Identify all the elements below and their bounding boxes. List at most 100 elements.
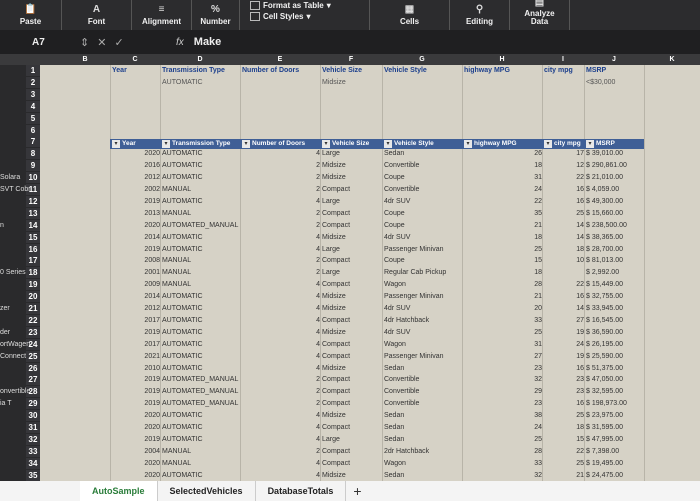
table-cell[interactable]: 2020: [112, 410, 160, 421]
table-cell[interactable]: Convertible: [384, 160, 419, 171]
table-cell[interactable]: $ 4,059.00: [586, 184, 619, 195]
column-header[interactable]: C: [110, 54, 160, 65]
column-header[interactable]: H: [462, 54, 542, 65]
table-cell[interactable]: $ 32,755.00: [586, 291, 623, 302]
table-cell[interactable]: 2: [242, 184, 320, 195]
table-cell[interactable]: Coupe: [384, 208, 405, 219]
font-button[interactable]: A Font: [62, 0, 132, 30]
table-cell[interactable]: MANUAL: [162, 255, 191, 266]
table-cell[interactable]: 14: [544, 303, 584, 314]
column-header[interactable]: G: [382, 54, 462, 65]
filter-dropdown-icon[interactable]: ▾: [322, 140, 330, 148]
table-cell[interactable]: $ 26,195.00: [586, 339, 623, 350]
column-header[interactable]: F: [320, 54, 382, 65]
number-button[interactable]: % Number: [192, 0, 240, 30]
table-cell[interactable]: 2: [242, 374, 320, 385]
row-number[interactable]: 15: [26, 231, 40, 243]
table-cell[interactable]: Large: [322, 244, 340, 255]
table-cell[interactable]: Coupe: [384, 255, 405, 266]
row-number[interactable]: 35: [26, 469, 40, 481]
table-cell[interactable]: 2012: [112, 172, 160, 183]
table-cell[interactable]: 4: [242, 232, 320, 243]
table-cell[interactable]: 2004: [112, 446, 160, 457]
table-cell[interactable]: Passenger Minivan: [384, 291, 444, 302]
table-cell[interactable]: 2013: [112, 208, 160, 219]
table-cell[interactable]: 28: [464, 279, 542, 290]
table-cell[interactable]: $ 23,975.00: [586, 410, 623, 421]
table-cell[interactable]: $ 49,300.00: [586, 196, 623, 207]
table-cell[interactable]: Large: [322, 267, 340, 278]
criteria-header-cell[interactable]: Transmission Type: [162, 65, 225, 76]
table-cell[interactable]: 2: [242, 386, 320, 397]
row-number[interactable]: 31: [26, 422, 40, 433]
table-cell[interactable]: 24: [544, 339, 584, 350]
table-cell[interactable]: 31: [464, 339, 542, 350]
column-header[interactable]: I: [542, 54, 584, 65]
table-cell[interactable]: AUTOMATIC: [162, 196, 203, 207]
table-cell[interactable]: 33: [464, 458, 542, 469]
row-number[interactable]: 13: [26, 207, 40, 219]
filter-dropdown-icon[interactable]: ▾: [242, 140, 250, 148]
table-cell[interactable]: 21: [544, 470, 584, 481]
table-cell[interactable]: Midsize: [322, 363, 346, 374]
row-number[interactable]: 9: [26, 160, 40, 172]
table-cell[interactable]: 25: [544, 208, 584, 219]
table-cell[interactable]: Passenger Minivan: [384, 244, 444, 255]
table-cell[interactable]: 19: [544, 351, 584, 362]
table-cell[interactable]: 25: [464, 244, 542, 255]
name-box[interactable]: A7: [0, 37, 80, 48]
table-cell[interactable]: 27: [544, 315, 584, 326]
table-cell[interactable]: 23: [464, 398, 542, 409]
table-cell[interactable]: 2019: [112, 327, 160, 338]
table-cell[interactable]: 2: [242, 172, 320, 183]
table-cell[interactable]: Compact: [322, 446, 350, 457]
table-cell[interactable]: Convertible: [384, 374, 419, 385]
table-cell[interactable]: Wagon: [384, 339, 406, 350]
table-cell[interactable]: Midsize: [322, 410, 346, 421]
table-cell[interactable]: AUTOMATIC: [162, 422, 203, 433]
row-number[interactable]: 27: [26, 374, 40, 386]
table-cell[interactable]: Compact: [322, 351, 350, 362]
format-as-table-button[interactable]: Format as Table ▾: [250, 1, 331, 10]
formula-input[interactable]: Make: [194, 36, 222, 48]
table-cell[interactable]: 2dr Hatchback: [384, 446, 429, 457]
table-cell[interactable]: 2: [242, 267, 320, 278]
table-cell[interactable]: AUTOMATIC: [162, 172, 203, 183]
table-cell[interactable]: AUTOMATIC: [162, 160, 203, 171]
table-cell[interactable]: 2: [242, 446, 320, 457]
row-number[interactable]: 12: [26, 195, 40, 207]
table-cell[interactable]: 32: [464, 374, 542, 385]
table-cell[interactable]: 2019: [112, 434, 160, 445]
table-cell[interactable]: AUTOMATED_MANUAL: [162, 386, 238, 397]
editing-button[interactable]: ⚲ Editing: [450, 0, 510, 30]
criteria-header-cell[interactable]: Year: [112, 65, 127, 76]
row-number[interactable]: 22: [26, 314, 40, 326]
stepper-icon[interactable]: ⇕: [80, 36, 89, 49]
table-cell[interactable]: AUTOMATIC: [162, 291, 203, 302]
table-cell[interactable]: 25: [464, 434, 542, 445]
table-cell[interactable]: 23: [544, 374, 584, 385]
table-cell[interactable]: AUTOMATIC: [162, 363, 203, 374]
table-cell[interactable]: 2012: [112, 303, 160, 314]
table-cell[interactable]: 28: [464, 446, 542, 457]
table-cell[interactable]: Large: [322, 196, 340, 207]
table-cell[interactable]: 2019: [112, 398, 160, 409]
table-cell[interactable]: MANUAL: [162, 208, 191, 219]
table-cell[interactable]: 16: [544, 398, 584, 409]
table-cell[interactable]: Midsize: [322, 172, 346, 183]
table-cell[interactable]: AUTOMATED_MANUAL: [162, 374, 238, 385]
criteria-value-cell[interactable]: <$30,000: [586, 77, 615, 88]
row-number[interactable]: 20: [26, 291, 40, 303]
table-cell[interactable]: $ 290,861.00: [586, 160, 627, 171]
table-cell[interactable]: 2: [242, 160, 320, 171]
table-cell[interactable]: 4: [242, 148, 320, 159]
table-cell[interactable]: $ 24,475.00: [586, 470, 623, 481]
table-cell[interactable]: $ 51,375.00: [586, 363, 623, 374]
row-number[interactable]: 5: [26, 112, 40, 124]
column-header[interactable]: J: [584, 54, 644, 65]
table-cell[interactable]: 4: [242, 363, 320, 374]
column-header[interactable]: D: [160, 54, 240, 65]
row-number[interactable]: 3: [26, 88, 40, 100]
table-cell[interactable]: 35: [464, 208, 542, 219]
table-cell[interactable]: 2020: [112, 422, 160, 433]
